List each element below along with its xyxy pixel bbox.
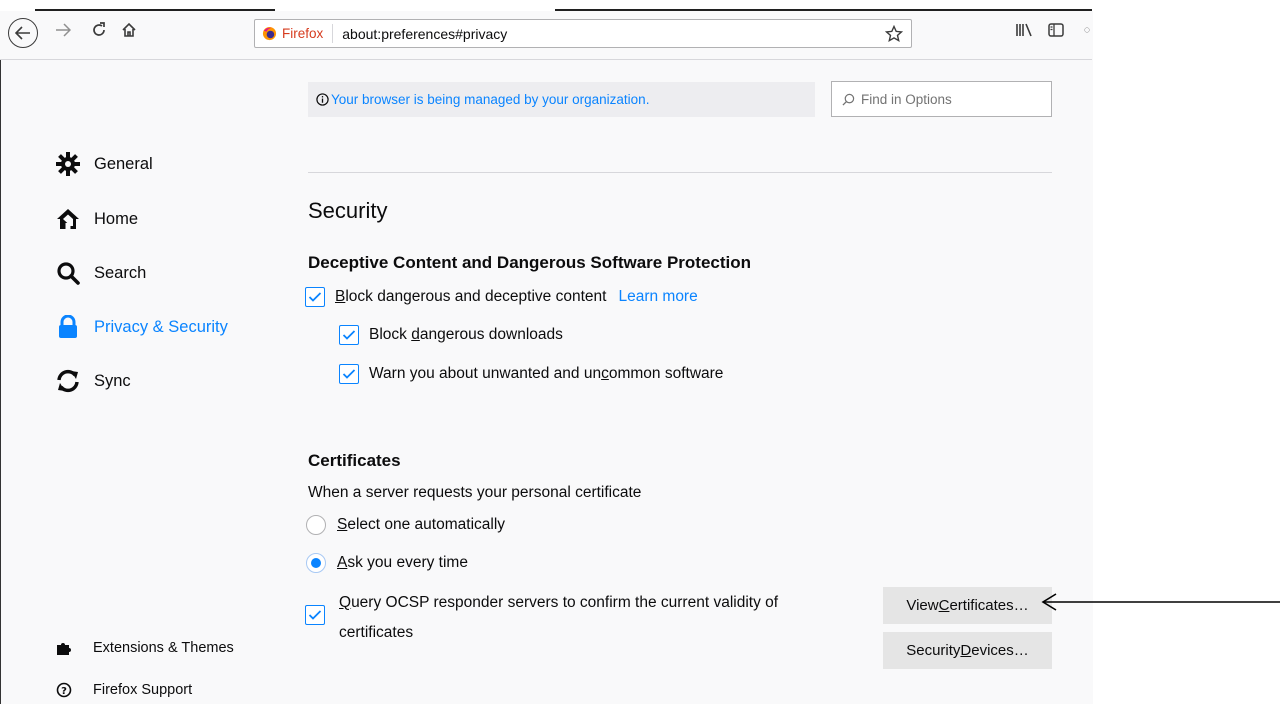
home-icon xyxy=(122,22,136,37)
sidebar-item-home[interactable]: Home xyxy=(54,205,138,233)
extensions-themes-link[interactable]: Extensions & Themes xyxy=(54,640,234,656)
radio-label: Ask you every time xyxy=(337,554,468,571)
checkbox-checked-icon xyxy=(305,605,325,625)
section-divider xyxy=(308,172,1052,173)
managed-policy-text[interactable]: Your browser is being managed by your or… xyxy=(331,92,649,107)
find-in-options-input[interactable]: Find in Options xyxy=(831,81,1052,117)
sidebar-item-privacy-security[interactable]: Privacy & Security xyxy=(54,313,228,341)
library-icon xyxy=(1016,23,1032,36)
gear-icon xyxy=(54,150,82,178)
query-ocsp-checkbox[interactable] xyxy=(305,605,335,625)
sidebar-item-label: Privacy & Security xyxy=(94,317,228,336)
certificate-request-prompt: When a server requests your personal cer… xyxy=(308,484,642,501)
search-icon xyxy=(54,259,82,287)
sidebar-item-label: Sync xyxy=(94,371,131,390)
firefox-support-link[interactable]: ? Firefox Support xyxy=(54,682,192,698)
firefox-support-label: Firefox Support xyxy=(93,682,193,698)
security-devices-button[interactable]: Security Devices… xyxy=(883,632,1052,669)
navigation-toolbar: Firefox about:preferences#privacy xyxy=(0,11,1092,60)
ocsp-label: Query OCSP responder servers to confirm … xyxy=(339,594,779,611)
firefox-logo-icon xyxy=(262,26,277,41)
home-icon xyxy=(54,205,82,233)
sidebar-item-sync[interactable]: Sync xyxy=(54,367,131,395)
security-heading: Security xyxy=(308,198,388,223)
search-placeholder: Find in Options xyxy=(861,91,952,107)
home-button[interactable] xyxy=(116,11,142,48)
annotation-arrow-icon xyxy=(1041,593,1280,611)
back-button[interactable] xyxy=(8,18,38,48)
ask-every-time-radio[interactable]: Ask you every time xyxy=(306,553,468,573)
sidebar-item-label: General xyxy=(94,154,153,173)
sidebar-item-label: Home xyxy=(94,209,139,228)
lock-icon xyxy=(54,313,82,341)
block-deceptive-content-checkbox[interactable]: Block dangerous and deceptive content Le… xyxy=(305,287,698,307)
checkbox-label: Block dangerous downloads xyxy=(369,326,563,343)
checkbox-label: Warn you about unwanted and uncommon sof… xyxy=(369,365,724,382)
sidebar-toggle-button[interactable] xyxy=(1044,11,1068,48)
url-bar[interactable]: Firefox about:preferences#privacy xyxy=(254,19,912,48)
managed-policy-banner[interactable]: Your browser is being managed by your or… xyxy=(308,82,815,117)
account-icon xyxy=(1084,26,1090,33)
puzzle-icon xyxy=(54,640,74,656)
sidebar-item-general[interactable]: General xyxy=(54,150,153,178)
bookmark-star-icon[interactable] xyxy=(885,25,903,43)
forward-arrow-icon xyxy=(56,22,71,37)
sync-icon xyxy=(54,367,82,395)
back-arrow-icon xyxy=(15,26,30,40)
info-icon xyxy=(316,93,329,106)
radio-selected-icon xyxy=(306,553,326,573)
block-dangerous-downloads-checkbox[interactable]: Block dangerous downloads xyxy=(339,325,563,345)
radio-unselected-icon xyxy=(306,515,326,535)
account-button[interactable] xyxy=(1076,11,1090,48)
reload-button[interactable] xyxy=(86,11,112,48)
identity-label: Firefox xyxy=(282,26,324,41)
checkbox-checked-icon xyxy=(339,325,359,345)
sidebar-item-label: Search xyxy=(94,263,147,282)
warn-unwanted-software-checkbox[interactable]: Warn you about unwanted and uncommon sof… xyxy=(339,364,723,384)
radio-label: Select one automatically xyxy=(337,516,506,533)
ocsp-label-continued: certificates xyxy=(339,624,414,641)
deceptive-content-heading: Deceptive Content and Dangerous Software… xyxy=(308,253,752,272)
learn-more-link[interactable]: Learn more xyxy=(618,288,697,306)
library-button[interactable] xyxy=(1012,11,1036,48)
sidebar-icon xyxy=(1048,22,1064,37)
svg-text:?: ? xyxy=(61,686,67,697)
sidebar-item-search[interactable]: Search xyxy=(54,259,146,287)
identity-box[interactable]: Firefox xyxy=(255,24,334,43)
view-certificates-button[interactable]: View Certificates… xyxy=(883,587,1052,624)
certificates-heading: Certificates xyxy=(308,451,401,470)
select-automatically-radio[interactable]: Select one automatically xyxy=(306,515,505,535)
window-frame xyxy=(0,0,1092,9)
search-icon xyxy=(842,93,855,106)
checkbox-checked-icon xyxy=(305,287,325,307)
help-icon: ? xyxy=(54,682,74,698)
forward-button[interactable] xyxy=(50,11,76,48)
extensions-themes-label: Extensions & Themes xyxy=(93,640,234,656)
url-text[interactable]: about:preferences#privacy xyxy=(333,26,507,42)
checkbox-checked-icon xyxy=(339,364,359,384)
checkbox-label: Block dangerous and deceptive content xyxy=(335,288,607,305)
reload-icon xyxy=(93,21,105,36)
